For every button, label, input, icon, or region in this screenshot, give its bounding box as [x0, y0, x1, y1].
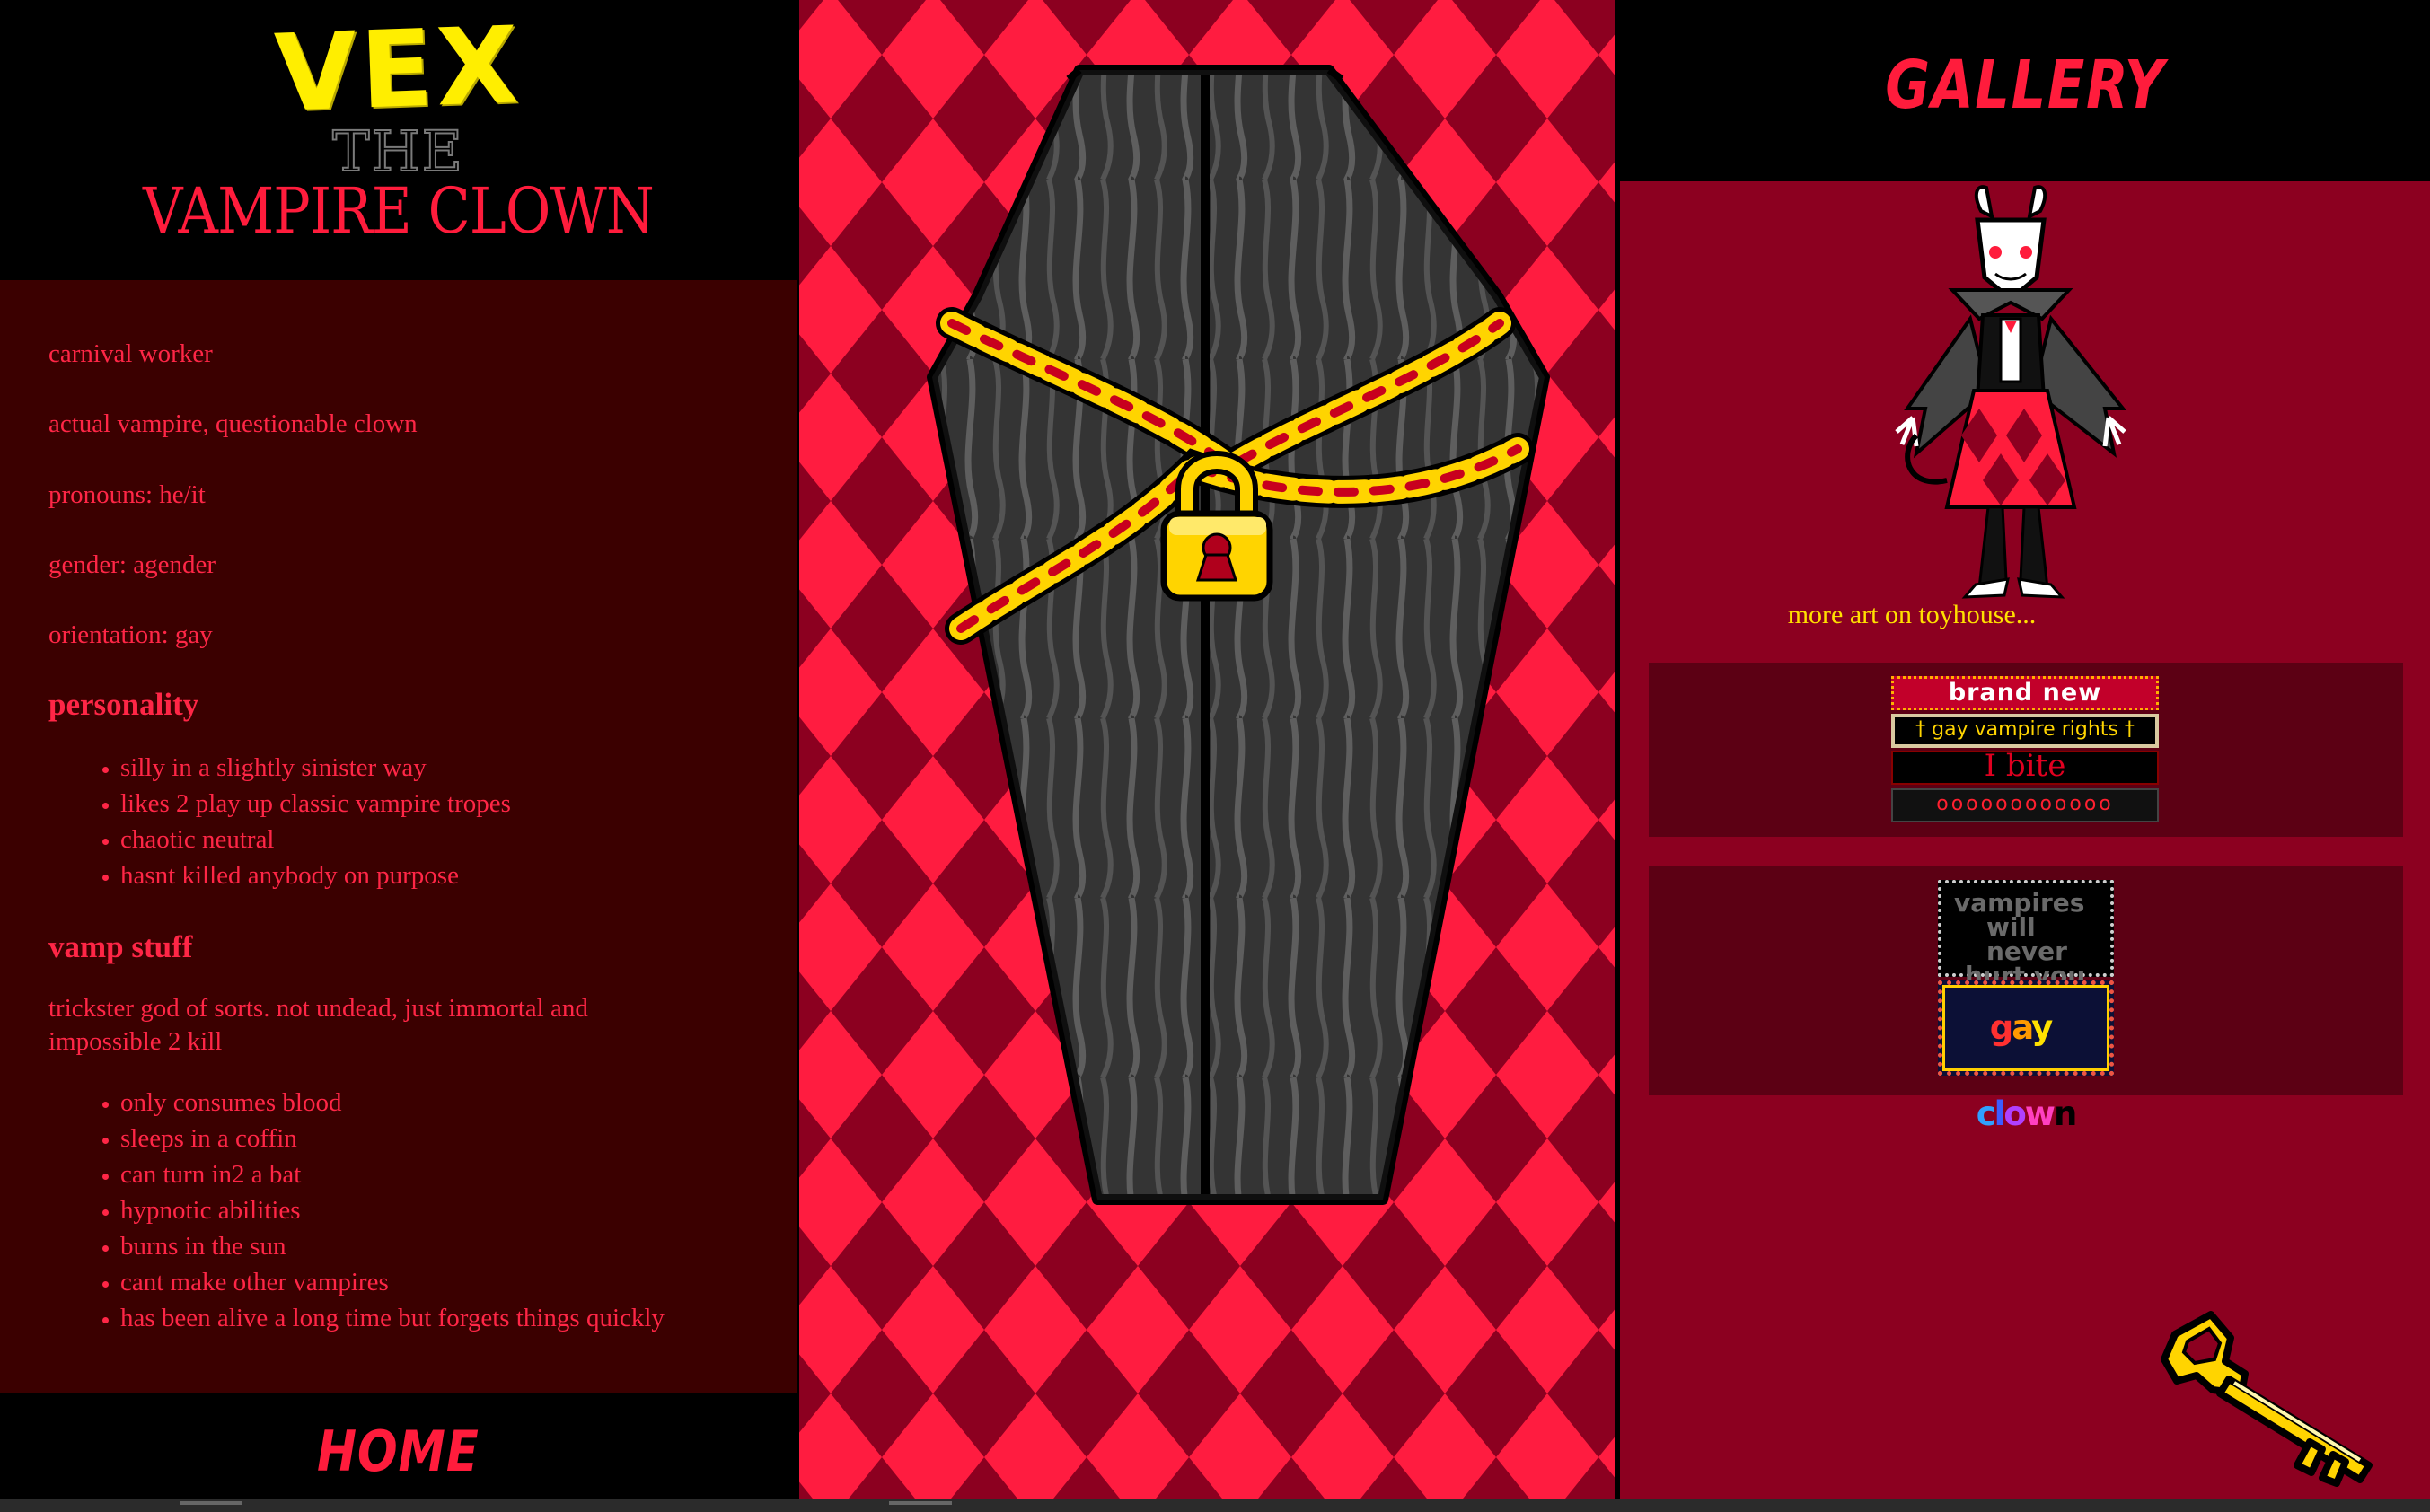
- title-the: THE: [331, 119, 464, 184]
- vamp-stuff-description: trickster god of sorts. not undead, just…: [48, 994, 588, 1056]
- stamp-gay-clown[interactable]: gay clown: [1938, 980, 2114, 1133]
- stamp-vampires-will-never-hurt-you[interactable]: vampires will never hurt you: [1938, 880, 2114, 989]
- list-item: hypnotic abilities: [120, 1192, 748, 1228]
- gallery-link[interactable]: GALLERY: [1885, 47, 2165, 124]
- intro-line: carnival worker: [48, 339, 213, 368]
- scrollbar-thumb[interactable]: [180, 1501, 242, 1505]
- list-item: has been alive a long time but forgets t…: [120, 1300, 748, 1336]
- blinkie-pattern[interactable]: oooooooooooo: [1891, 788, 2159, 822]
- site-title: VEX THE VAMPIRE CLOWN: [0, 0, 797, 280]
- personality-list: silly in a slightly sinister way likes 2…: [48, 750, 748, 893]
- vamp-stuff-list: only consumes blood sleeps in a coffin c…: [48, 1085, 748, 1336]
- home-bar: HOME: [0, 1393, 797, 1499]
- vamp-stuff-heading: vamp stuff: [48, 929, 193, 965]
- stamp-letter: a: [2012, 1008, 2033, 1047]
- stamp-panel: vampires will never hurt you gay clown: [1649, 866, 2403, 1133]
- list-item: sleeps in a coffin: [120, 1121, 748, 1156]
- blinkie-brand-new-species[interactable]: brand new species: [1891, 676, 2159, 710]
- stamp-letter: y: [2031, 1008, 2053, 1047]
- blinkie-panel: brand new species † gay vampire rights †…: [1649, 663, 2403, 837]
- personality-heading: personality: [48, 687, 199, 723]
- stamp-letter: l: [1994, 1094, 2006, 1133]
- intro-line: orientation: gay: [48, 620, 213, 649]
- list-item: burns in the sun: [120, 1228, 748, 1264]
- character-art[interactable]: [1889, 184, 2159, 599]
- intro-line: gender: agender: [48, 549, 216, 579]
- harlequin-background: [799, 0, 1615, 1499]
- list-item: cant make other vampires: [120, 1264, 748, 1300]
- character-info-panel: carnival worker actual vampire, question…: [0, 280, 797, 1393]
- title-vex: VEX: [272, 3, 524, 136]
- intro-line: pronouns: he/it: [48, 479, 206, 509]
- stamp-letter: c: [1976, 1094, 1996, 1133]
- list-item: chaotic neutral: [120, 822, 748, 857]
- horizontal-scrollbar[interactable]: [0, 1499, 2430, 1512]
- list-item: likes 2 play up classic vampire tropes: [120, 786, 748, 822]
- intro-line: actual vampire, questionable clown: [48, 409, 418, 439]
- coffin-panel: [799, 0, 1615, 1499]
- gallery-column: GALLERY more art on toyhouse... brand ne…: [1620, 0, 2430, 1499]
- list-item: only consumes blood: [120, 1085, 748, 1121]
- stamp-letter: o: [2003, 1094, 2026, 1133]
- stamp-text: vampires: [1954, 888, 2085, 918]
- title-vampire-clown: VAMPIRE CLOWN: [143, 174, 655, 248]
- gallery-header: GALLERY: [1620, 0, 2430, 181]
- list-item: can turn in2 a bat: [120, 1156, 748, 1192]
- key-icon[interactable]: [2157, 1307, 2390, 1487]
- blinkie-gay-vampire-rights[interactable]: † gay vampire rights †: [1891, 714, 2159, 748]
- scrollbar-thumb[interactable]: [889, 1501, 952, 1505]
- stamp-letter: w: [2024, 1094, 2056, 1133]
- list-item: silly in a slightly sinister way: [120, 750, 748, 786]
- blinkie-i-bite[interactable]: I bite: [1891, 751, 2159, 785]
- left-column: VEX THE VAMPIRE CLOWN carnival worker ac…: [0, 0, 797, 1499]
- stamp-text: will never: [1986, 912, 2067, 966]
- toyhouse-link[interactable]: more art on toyhouse...: [1620, 600, 2204, 630]
- stamp-letter: n: [2053, 1094, 2077, 1133]
- stamp-letter: g: [1989, 1008, 2013, 1047]
- list-item: hasnt killed anybody on purpose: [120, 857, 748, 893]
- home-link[interactable]: HOME: [317, 1419, 480, 1484]
